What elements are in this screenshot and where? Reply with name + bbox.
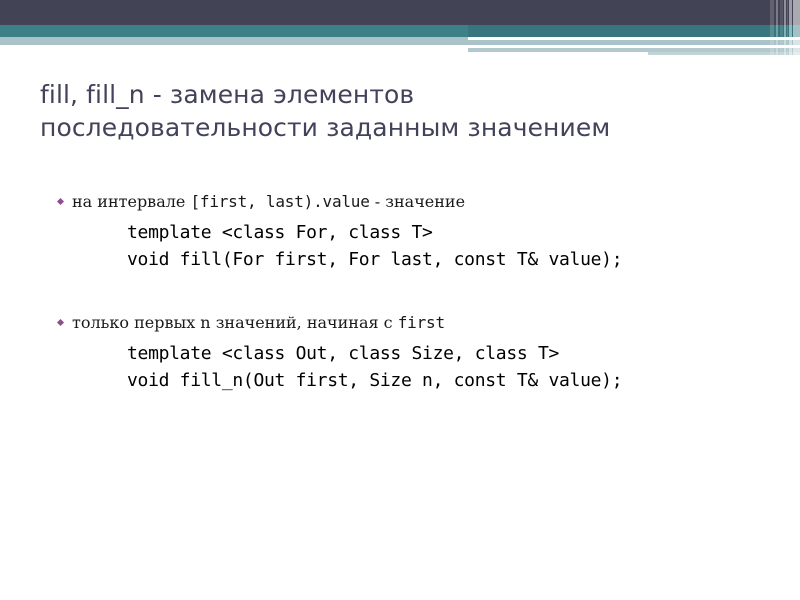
- bullet-text-prefix: на интервале: [72, 192, 191, 211]
- header-accent-stripe-1: [468, 25, 800, 37]
- list-item: на интервале [first, last).value - значе…: [0, 190, 800, 216]
- bullet-text-code: first: [397, 313, 445, 332]
- code-line: template <class For, class T>: [127, 222, 433, 243]
- header-vertical-stripe-4: [784, 0, 786, 60]
- bullet-item-label: только первых n значений, начиная с firs…: [72, 313, 445, 332]
- header-vertical-stripe-6: [789, 0, 792, 60]
- bullet-item-label: на интервале [first, last).value - значе…: [72, 192, 465, 211]
- slide-title: fill, fill_n - замена элементов последов…: [40, 78, 740, 144]
- slide-title-line-2: последовательности заданным значением: [40, 113, 611, 142]
- slide-title-line-1: fill, fill_n - замена элементов: [40, 80, 415, 109]
- code-line: void fill(For first, For last, const T& …: [127, 249, 623, 270]
- code-line: void fill_n(Out first, Size n, const T& …: [127, 370, 623, 391]
- bullet-marker-icon: [56, 318, 65, 327]
- bullet-group-fill: на интервале [first, last).value - значе…: [0, 190, 800, 273]
- bullet-text-code: [first, last).value: [190, 192, 370, 211]
- slide-header-decoration: [0, 0, 800, 60]
- header-vertical-stripe-3: [780, 0, 783, 60]
- slide-body: на интервале [first, last).value - значе…: [0, 190, 800, 394]
- bullet-text-suffix: - значение: [369, 192, 466, 211]
- code-block-fill-n: template <class Out, class Size, class T…: [0, 340, 800, 394]
- header-vertical-stripe-2: [776, 0, 778, 60]
- bullet-text-prefix: только первых n значений, начиная с: [72, 313, 398, 332]
- bullet-group-fill-n: только первых n значений, начиная с firs…: [0, 311, 800, 394]
- bullet-marker-icon: [56, 197, 65, 206]
- code-line: template <class Out, class Size, class T…: [127, 343, 560, 364]
- header-vertical-stripe-1: [770, 0, 774, 60]
- header-dark-band: [0, 0, 800, 25]
- header-accent-stripe-6: [468, 52, 648, 55]
- header-vertical-stripe-7: [793, 0, 800, 60]
- code-block-fill: template <class For, class T> void fill(…: [0, 219, 800, 273]
- header-vertical-stripe-5: [787, 0, 788, 60]
- list-item: только первых n значений, начиная с firs…: [0, 311, 800, 337]
